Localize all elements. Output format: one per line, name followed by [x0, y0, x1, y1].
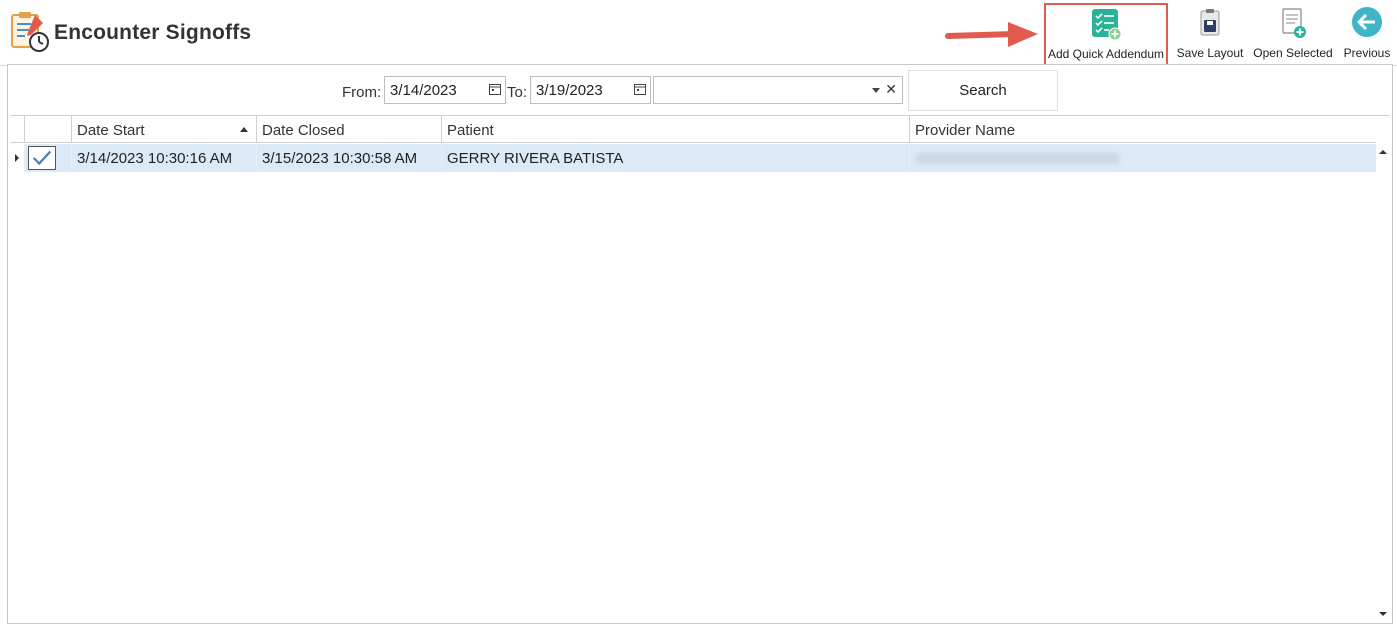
search-button[interactable]: Search: [908, 70, 1058, 111]
content-panel: From: 3/14/2023 To: 3/19/2023 ✕ Search D…: [7, 64, 1393, 624]
clipboard-clock-icon: [11, 12, 49, 52]
document-add-icon: [1282, 8, 1306, 38]
calendar-icon[interactable]: [489, 84, 501, 95]
row-indicator: [10, 144, 25, 172]
add-quick-addendum-label: Add Quick Addendum: [1047, 47, 1165, 61]
cell-date-closed: 3/15/2023 10:30:58 AM: [257, 144, 442, 172]
add-quick-addendum-button[interactable]: Add Quick Addendum: [1044, 3, 1168, 67]
cell-date-start: 3/14/2023 10:30:16 AM: [72, 144, 257, 172]
grid-header: Date Start Date Closed Patient Provider …: [10, 116, 1376, 143]
to-label: To:: [507, 84, 528, 101]
cell-patient: GERRY RIVERA BATISTA: [442, 144, 910, 172]
signoffs-grid: Date Start Date Closed Patient Provider …: [10, 115, 1390, 622]
to-date-input[interactable]: 3/19/2023: [530, 76, 651, 104]
redacted-text: [915, 153, 1120, 164]
header-bar: Encounter Signoffs Add Quick Addendum Sa…: [0, 0, 1397, 67]
previous-button[interactable]: Previous: [1340, 4, 1394, 64]
column-header-label: Patient: [447, 122, 494, 139]
scroll-up-icon[interactable]: [1379, 150, 1387, 154]
from-date-input[interactable]: 3/14/2023: [384, 76, 506, 104]
from-date-value: 3/14/2023: [390, 82, 457, 99]
cell-provider-name: [910, 144, 1376, 172]
previous-label: Previous: [1343, 46, 1391, 60]
vertical-scrollbar[interactable]: [1376, 144, 1390, 622]
column-header-date-closed[interactable]: Date Closed: [257, 116, 442, 143]
checklist-add-icon: [1092, 9, 1122, 41]
sort-ascending-icon: [240, 127, 248, 132]
column-header-provider-name[interactable]: Provider Name: [910, 116, 1376, 143]
table-row[interactable]: 3/14/2023 10:30:16 AM 3/15/2023 10:30:58…: [10, 144, 1376, 172]
column-header-label: Date Closed: [262, 122, 345, 139]
provider-filter-combo[interactable]: ✕: [653, 76, 903, 104]
save-layout-label: Save Layout: [1176, 46, 1244, 60]
from-label: From:: [342, 84, 382, 101]
row-checkbox-cell[interactable]: [25, 144, 72, 172]
clipboard-save-icon: [1200, 9, 1220, 36]
close-icon[interactable]: ✕: [885, 81, 897, 98]
arrow-right-icon: [945, 22, 1038, 47]
column-header-label: Date Start: [77, 122, 145, 139]
chevron-right-icon: [15, 154, 19, 162]
arrow-left-circle-icon: [1352, 7, 1382, 37]
page-title: Encounter Signoffs: [54, 21, 252, 44]
calendar-icon[interactable]: [634, 84, 646, 95]
column-header-date-start[interactable]: Date Start: [72, 116, 257, 143]
row-indicator-header: [10, 116, 25, 143]
open-selected-button[interactable]: Open Selected: [1251, 4, 1335, 64]
column-header-label: Provider Name: [915, 122, 1016, 139]
save-layout-button[interactable]: Save Layout: [1174, 4, 1246, 64]
checkbox-checked-icon[interactable]: [28, 146, 56, 170]
checkbox-header[interactable]: [25, 116, 72, 143]
to-date-value: 3/19/2023: [536, 82, 603, 99]
scroll-down-icon[interactable]: [1379, 612, 1387, 616]
chevron-down-icon[interactable]: [872, 88, 880, 93]
open-selected-label: Open Selected: [1253, 46, 1333, 60]
column-header-patient[interactable]: Patient: [442, 116, 910, 143]
